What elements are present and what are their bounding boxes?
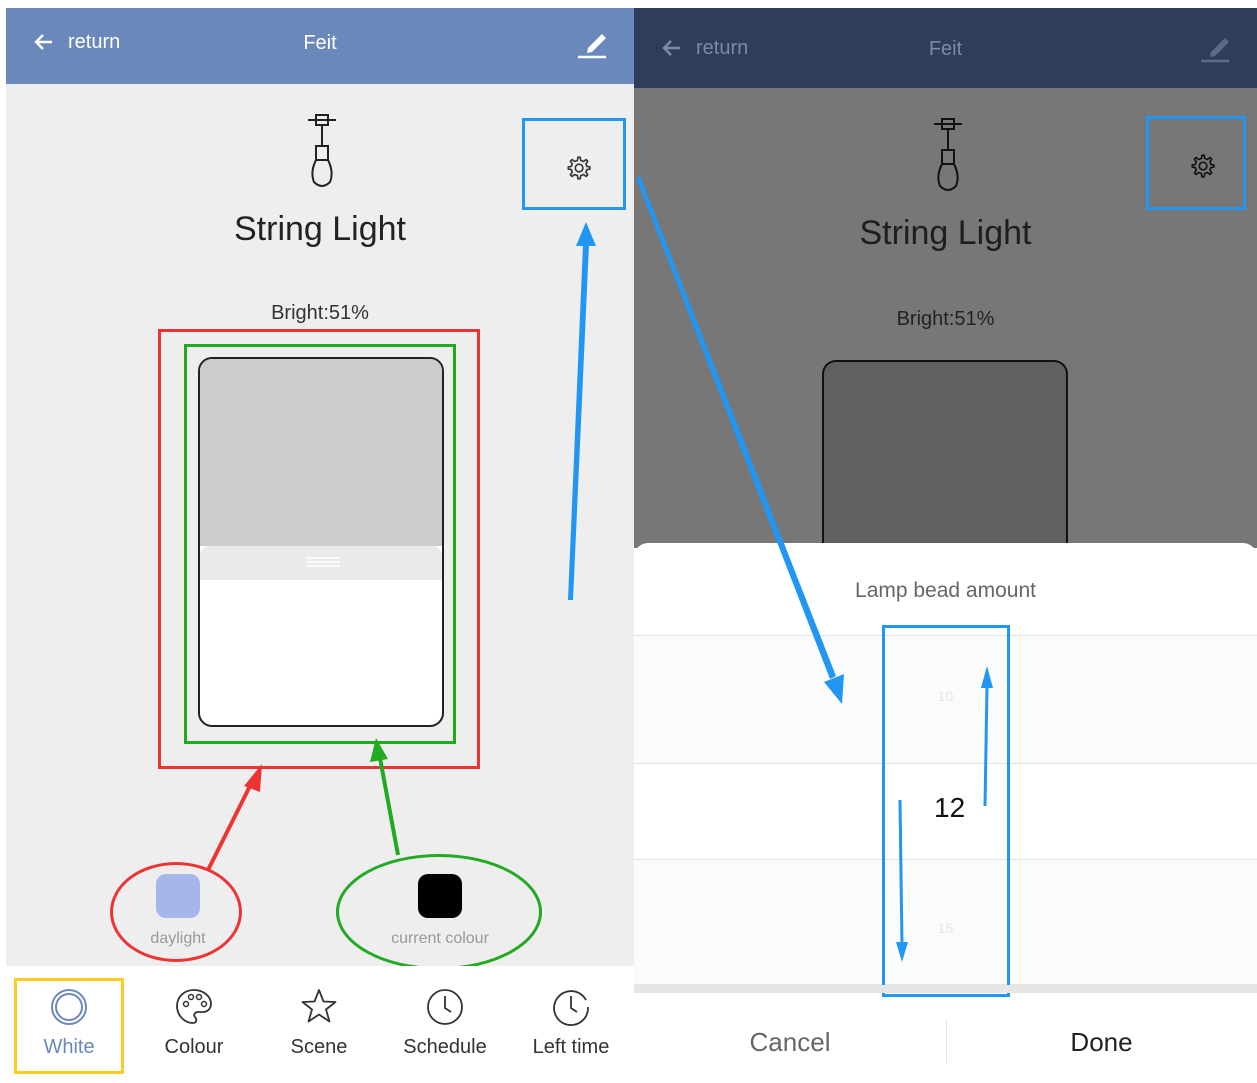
string-light-icon: [934, 118, 962, 191]
header-title: Feit: [303, 32, 337, 54]
header-title: Feit: [928, 38, 963, 60]
brightness-readout: Bright:51%: [271, 302, 369, 324]
edit-icon[interactable]: [1197, 30, 1233, 66]
cancel-button[interactable]: Cancel: [634, 1027, 946, 1058]
tab-label: Schedule: [403, 1036, 487, 1058]
star-icon: [301, 989, 337, 1023]
gear-icon[interactable]: [1189, 153, 1215, 179]
left-screen: return Feit String Light Bright:51% dayl…: [0, 0, 634, 1083]
app-header-dimmed: return Feit: [634, 8, 1257, 88]
done-button[interactable]: Done: [946, 1027, 1257, 1058]
right-screen: return Feit String Light Bright:51% Lamp…: [634, 0, 1257, 1083]
tab-label: Colour: [164, 1036, 224, 1058]
tab-label: Scene: [290, 1036, 348, 1058]
tab-colour[interactable]: Colour: [139, 976, 249, 1072]
annotation-green-ellipse: [336, 854, 542, 970]
slider-fill: [200, 359, 442, 546]
timer-icon: [553, 990, 589, 1026]
slider-handle[interactable]: [200, 545, 442, 580]
clock-icon: [427, 989, 463, 1025]
divider: [634, 985, 1257, 993]
tab-scene[interactable]: Scene: [264, 976, 374, 1072]
settings-highlight: [522, 118, 626, 210]
tab-left-time[interactable]: Left time: [516, 976, 626, 1072]
annotation-yellow-box: [14, 978, 124, 1074]
palette-icon: [176, 989, 212, 1024]
bottom-tab-bar: White Colour Scene Schedule Left time: [6, 966, 634, 1083]
brightness-slider[interactable]: [198, 357, 444, 727]
app-header: return Feit: [6, 8, 634, 84]
edit-icon[interactable]: [574, 26, 610, 62]
device-panel-dimmed: String Light Bright:51%: [634, 88, 1257, 580]
gear-icon[interactable]: [565, 155, 591, 181]
brightness-readout: Bright:51%: [896, 308, 995, 330]
annotation-blue-box: [882, 625, 1010, 997]
annotation-red-ellipse: [110, 862, 242, 962]
string-light-icon: [308, 114, 336, 187]
device-name: String Light: [234, 210, 406, 248]
lamp-bead-sheet: Lamp bead amount 10 12 15 Cancel Done: [634, 543, 1257, 1083]
tab-schedule[interactable]: Schedule: [390, 976, 500, 1072]
sheet-title: Lamp bead amount: [855, 579, 1036, 602]
device-name: String Light: [859, 214, 1032, 252]
tab-label: Left time: [532, 1036, 610, 1058]
device-panel: String Light Bright:51% daylight current…: [6, 84, 634, 970]
grip-icon: [306, 556, 340, 567]
screenshot-stage: return Feit String Light Bright:51% dayl…: [0, 0, 1257, 1083]
settings-highlight: [1146, 116, 1246, 210]
